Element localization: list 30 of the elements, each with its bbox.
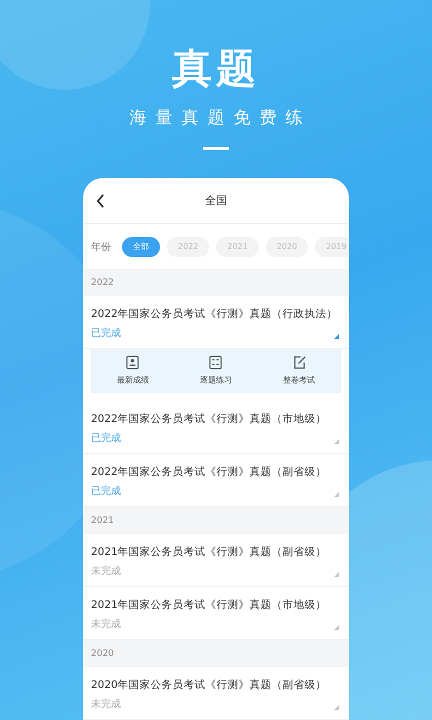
action-button[interactable]: 整卷考试 xyxy=(258,349,341,393)
person-card-icon xyxy=(125,355,140,370)
exam-item[interactable]: 2021年国家公务员考试《行测》真题（副省级） 未完成 xyxy=(83,534,349,587)
exam-item[interactable]: 2022年国家公务员考试《行测》真题（市地级） 已完成 xyxy=(83,401,349,454)
headline: 真题 xyxy=(172,45,260,94)
underline-bar xyxy=(203,147,229,150)
edit-icon xyxy=(292,355,307,370)
section-header: 2020 xyxy=(83,640,349,667)
action-button[interactable]: 最新成绩 xyxy=(91,349,174,393)
back-icon[interactable] xyxy=(96,194,105,208)
exam-status: 未完成 xyxy=(91,564,122,578)
exam-title: 2021年国家公务员考试《行测》真题（市地级） xyxy=(91,598,328,613)
exam-title: 2021年国家公务员考试《行测》真题（副省级） xyxy=(91,545,328,560)
exam-status: 未完成 xyxy=(91,698,122,711)
filter-label: 年份 xyxy=(91,240,111,254)
screen-title: 全国 xyxy=(205,193,227,208)
exam-title: 2022年国家公务员考试《行测》真题（行政执法） xyxy=(91,307,339,322)
exam-status: 已完成 xyxy=(91,326,122,340)
exam-title: 2022年国家公务员考试《行测》真题（市地级） xyxy=(91,412,328,427)
exam-status: 已完成 xyxy=(91,484,122,498)
exam-title: 2022年国家公务员考试《行测》真题（副省级） xyxy=(91,465,328,480)
section-header: 2021 xyxy=(83,507,349,534)
exam-status: 未完成 xyxy=(91,618,122,631)
exam-title: 2020年国家公务员考试《行测》真题（副省级） xyxy=(91,678,328,693)
exam-status: 已完成 xyxy=(91,432,122,445)
section-header: 2022 xyxy=(83,269,349,296)
grid-list-icon xyxy=(208,355,224,370)
exam-item[interactable]: 2020年国家公务员考试《行测》真题（副省级） 未完成 xyxy=(83,667,349,720)
subtitle: 海量真题免费练 xyxy=(128,107,312,129)
action-button[interactable]: 逐题练习 xyxy=(174,349,258,393)
